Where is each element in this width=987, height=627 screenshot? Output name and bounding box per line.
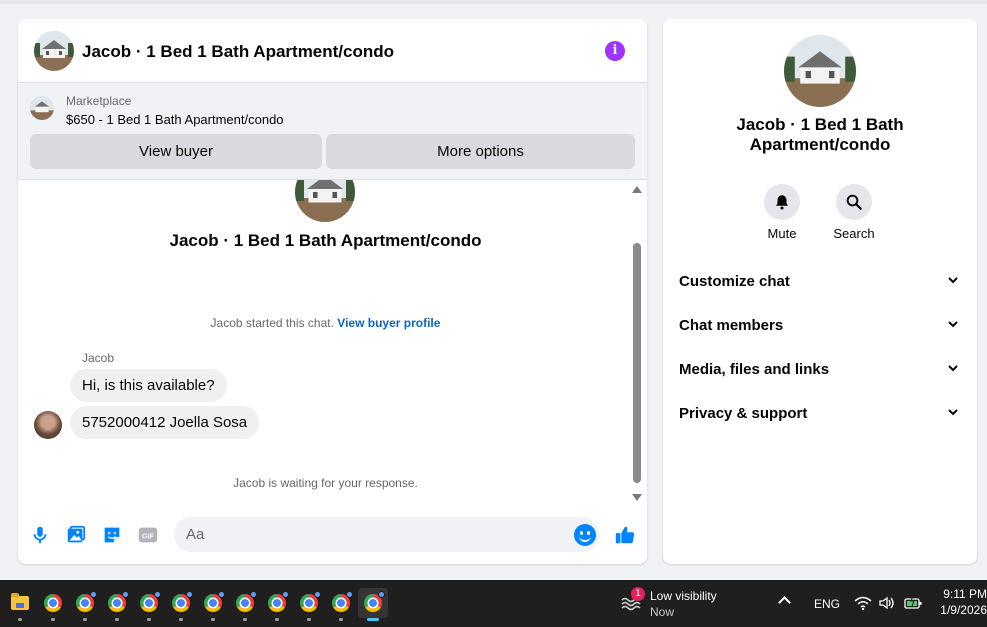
chevron-down-icon: [948, 409, 958, 416]
file-explorer-icon: [11, 593, 29, 610]
windows-taskbar: 1 Low visibility Now ENG 9:11 PM 1/9/202…: [0, 580, 987, 627]
clock-date: 1/9/2026: [940, 603, 987, 617]
chrome-icon: [268, 591, 289, 612]
chevron-down-icon: [948, 365, 958, 372]
sticker-icon[interactable]: [101, 524, 123, 546]
marketplace-banner: Marketplace $650 - 1 Bed 1 Bath Apartmen…: [18, 83, 647, 180]
more-options-button[interactable]: More options: [326, 134, 635, 169]
house-photo-icon: [30, 96, 54, 120]
section-label: Media, files and links: [679, 361, 830, 378]
listing-thumbnail[interactable]: [30, 96, 54, 120]
message-input[interactable]: [174, 517, 599, 552]
thumbs-up-icon[interactable]: [614, 524, 636, 546]
thread-scrollbar[interactable]: [631, 184, 643, 506]
battery-charging-icon[interactable]: [904, 595, 922, 611]
system-clock[interactable]: 9:11 PM 1/9/2026: [930, 586, 987, 618]
sender-avatar[interactable]: [34, 411, 62, 439]
media-files-links-section[interactable]: Media, files and links: [663, 350, 977, 390]
scrollbar-thumb[interactable]: [633, 243, 641, 483]
thread-title: Jacob · 1 Bed 1 Bath Apartment/condo: [169, 231, 482, 250]
microphone-icon[interactable]: [29, 524, 51, 546]
section-label: Customize chat: [679, 273, 790, 290]
view-buyer-button[interactable]: View buyer: [30, 134, 322, 169]
chrome-icon: [172, 591, 193, 612]
house-photo-icon: [784, 35, 856, 107]
privacy-support-section[interactable]: Privacy & support: [663, 394, 977, 434]
chrome-icon: [300, 591, 321, 612]
info-icon[interactable]: i: [605, 41, 625, 61]
chrome-taskbar-button[interactable]: [102, 588, 132, 621]
customize-chat-section[interactable]: Customize chat: [663, 262, 977, 302]
top-strip: [0, 0, 987, 4]
chevron-down-icon: [948, 321, 958, 328]
emoji-icon[interactable]: [574, 524, 596, 546]
info-avatar: [784, 35, 856, 107]
chrome-taskbar-button[interactable]: [230, 588, 260, 621]
chrome-taskbar-button[interactable]: [38, 588, 68, 621]
waiting-notice: Jacob is waiting for your response.: [233, 476, 418, 490]
wifi-icon[interactable]: [854, 595, 872, 611]
language-indicator[interactable]: ENG: [814, 597, 840, 611]
mute-button[interactable]: Mute: [752, 184, 812, 241]
chrome-taskbar-button[interactable]: [262, 588, 292, 621]
gif-icon[interactable]: GIF: [137, 524, 159, 546]
chrome-icon: [140, 591, 161, 612]
conversation-title[interactable]: Jacob · 1 Bed 1 Bath Apartment/condo: [82, 42, 394, 62]
chat-panel: Jacob · 1 Bed 1 Bath Apartment/condo i M…: [18, 19, 647, 564]
weather-widget[interactable]: 1 Low visibility Now: [618, 586, 738, 620]
chrome-taskbar-button[interactable]: [294, 588, 324, 621]
mute-label: Mute: [767, 226, 797, 241]
chrome-taskbar-button-active[interactable]: [358, 588, 388, 621]
photo-icon[interactable]: [65, 524, 87, 546]
chat-members-section[interactable]: Chat members: [663, 306, 977, 346]
weather-title: Low visibility: [650, 589, 717, 603]
house-photo-icon: [34, 31, 74, 71]
bell-icon: [764, 184, 800, 220]
sender-name: Jacob: [82, 351, 115, 365]
scroll-up-arrow-icon[interactable]: [632, 186, 642, 193]
chrome-taskbar-button[interactable]: [326, 588, 356, 621]
info-title: Jacob · 1 Bed 1 Bath Apartment/condo: [736, 115, 904, 154]
weather-subtitle: Now: [650, 605, 675, 619]
chrome-taskbar-button[interactable]: [70, 588, 100, 621]
chevron-down-icon: [948, 277, 958, 284]
house-photo-icon: [295, 180, 355, 222]
search-icon: [836, 184, 872, 220]
view-buyer-profile-link[interactable]: View buyer profile: [337, 316, 440, 330]
chrome-icon: [332, 591, 353, 612]
file-explorer-taskbar-button[interactable]: [5, 588, 35, 621]
message-bubble[interactable]: Hi, is this available?: [70, 369, 227, 402]
conversation-avatar[interactable]: [34, 31, 74, 71]
message-thread: Jacob · 1 Bed 1 Bath Apartment/condo Jac…: [18, 180, 647, 505]
listing-price-title[interactable]: $650 - 1 Bed 1 Bath Apartment/condo: [66, 112, 284, 127]
clock-time: 9:11 PM: [943, 587, 987, 601]
chrome-taskbar-button[interactable]: [166, 588, 196, 621]
chat-header: Jacob · 1 Bed 1 Bath Apartment/condo i: [18, 19, 647, 83]
chrome-icon: [364, 591, 385, 612]
svg-text:GIF: GIF: [142, 532, 155, 541]
chrome-icon: [108, 591, 129, 612]
show-hidden-icons-chevron-icon[interactable]: [778, 596, 791, 609]
message-composer: GIF: [18, 511, 647, 561]
marketplace-label: Marketplace: [66, 94, 132, 108]
search-button[interactable]: Search: [824, 184, 884, 241]
chrome-icon: [44, 594, 62, 612]
chrome-icon: [236, 591, 257, 612]
section-label: Privacy & support: [679, 405, 808, 422]
section-label: Chat members: [679, 317, 784, 334]
notification-badge: 1: [631, 587, 645, 601]
message-bubble[interactable]: 5752000412 Joella Sosa: [70, 406, 260, 439]
chrome-icon: [204, 591, 225, 612]
volume-icon[interactable]: [878, 595, 896, 611]
chrome-taskbar-button[interactable]: [198, 588, 228, 621]
chrome-taskbar-button[interactable]: [134, 588, 164, 621]
chat-started-text: Jacob started this chat.: [210, 316, 334, 330]
search-label: Search: [833, 226, 875, 241]
chat-started-notice: Jacob started this chat. View buyer prof…: [18, 316, 633, 330]
thread-avatar: [295, 180, 355, 222]
conversation-info-panel: Jacob · 1 Bed 1 Bath Apartment/condo Mut…: [663, 19, 977, 564]
chrome-icon: [76, 591, 97, 612]
scroll-down-arrow-icon[interactable]: [632, 494, 642, 501]
